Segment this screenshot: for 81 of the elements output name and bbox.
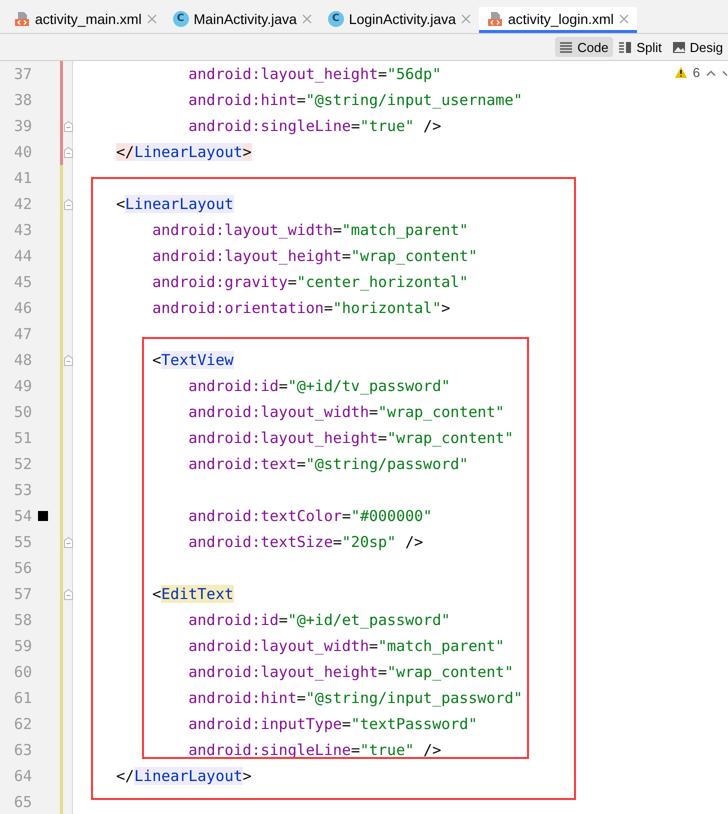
line-number: 63 (12, 740, 33, 761)
line-number: 50 (12, 402, 33, 423)
warning-icon[interactable] (674, 67, 687, 78)
code-line: </LinearLayout> (115, 766, 252, 787)
fold-icon[interactable] (64, 120, 72, 132)
code-line: android:inputType="textPassword" (187, 714, 478, 735)
line-number: 55 (12, 532, 33, 553)
close-icon[interactable] (302, 14, 312, 24)
fold-icon[interactable] (64, 354, 72, 366)
chevron-down-icon[interactable] (722, 70, 728, 76)
code-line: android:id="@+id/tv_password" (187, 376, 450, 397)
code-line: <TextView (151, 350, 234, 371)
code-line: android:text="@string/password" (187, 454, 468, 475)
line-number: 49 (12, 376, 33, 397)
line-number: 52 (12, 454, 33, 475)
line-number: 47 (12, 324, 33, 345)
class-icon: C (328, 10, 344, 26)
line-number: 54 (12, 506, 33, 527)
line-number: 60 (12, 662, 33, 683)
line-number: 65 (12, 792, 33, 813)
code-line: android:singleLine="true" /> (187, 740, 442, 761)
code-line: <EditText (151, 584, 234, 605)
code-line: android:layout_height="wrap_content" (151, 246, 478, 267)
code-line: android:textColor="#000000" (187, 506, 432, 527)
code-line: android:singleLine="true" /> (187, 116, 442, 137)
line-number: 57 (12, 584, 33, 605)
line-number: 37 (12, 64, 33, 85)
fold-icon[interactable] (64, 146, 72, 158)
line-number: 48 (12, 350, 33, 371)
fold-icon[interactable] (64, 588, 72, 600)
line-number: 59 (12, 636, 33, 657)
code-line: </LinearLayout> (115, 142, 252, 163)
code-line: android:layout_width="match_parent" (187, 636, 504, 657)
close-icon[interactable] (460, 14, 471, 24)
editor-tab[interactable]: C MainActivity.java (164, 7, 320, 33)
code-line: android:orientation="horizontal"> (151, 298, 450, 319)
code-line: android:hint="@string/input_password" (187, 688, 523, 709)
line-number: 42 (12, 194, 33, 215)
line-number: 45 (12, 272, 33, 293)
line-number: 64 (12, 766, 33, 787)
line-number: 44 (12, 246, 33, 267)
code-line: android:layout_height="wrap_content" (187, 662, 514, 683)
code-line: android:layout_height="56dp" (187, 64, 442, 85)
code-view-button[interactable]: Code (555, 37, 614, 57)
xml-file-icon (486, 10, 503, 26)
line-number: 39 (12, 116, 33, 137)
code-line: <LinearLayout (115, 194, 234, 215)
class-icon: C (172, 10, 189, 26)
code-line: android:textSize="20sp" /> (187, 532, 424, 553)
line-number: 62 (12, 714, 33, 735)
code-line: android:layout_width="wrap_content" (187, 402, 504, 423)
line-number: 41 (12, 168, 33, 189)
line-number: 53 (12, 480, 33, 501)
line-number: 46 (12, 298, 33, 319)
line-number: 40 (12, 142, 33, 163)
split-view-button[interactable]: Split (614, 37, 667, 57)
code-line: android:gravity="center_horizontal" (151, 272, 468, 293)
line-number: 43 (12, 220, 33, 241)
fold-icon[interactable] (64, 198, 72, 210)
code-line: android:hint="@string/input_username" (187, 90, 523, 111)
line-number: 61 (12, 688, 33, 709)
lines-icon (559, 40, 574, 54)
line-number: 38 (12, 90, 33, 111)
close-icon[interactable] (618, 14, 629, 24)
warning-count[interactable]: 6 (692, 65, 700, 80)
xml-file-icon (14, 10, 30, 26)
fold-icon[interactable] (64, 536, 72, 548)
line-number: 51 (12, 428, 33, 449)
line-number: 56 (12, 558, 33, 579)
code-line: android:id="@+id/et_password" (187, 610, 450, 631)
design-view-button[interactable]: Desig (668, 37, 728, 57)
editor-tab[interactable]: activity_main.xml (6, 7, 165, 33)
close-icon[interactable] (146, 14, 157, 24)
editor-tab[interactable]: activity_login.xml (478, 7, 637, 33)
code-line: android:layout_width="match_parent" (151, 220, 468, 241)
split-icon (618, 40, 632, 54)
image-icon (672, 40, 686, 54)
line-number: 58 (12, 610, 33, 631)
code-line: android:layout_height="wrap_content" (187, 428, 514, 449)
editor-tab[interactable]: C LoginActivity.java (320, 7, 479, 33)
chevron-up-icon[interactable] (706, 70, 716, 76)
